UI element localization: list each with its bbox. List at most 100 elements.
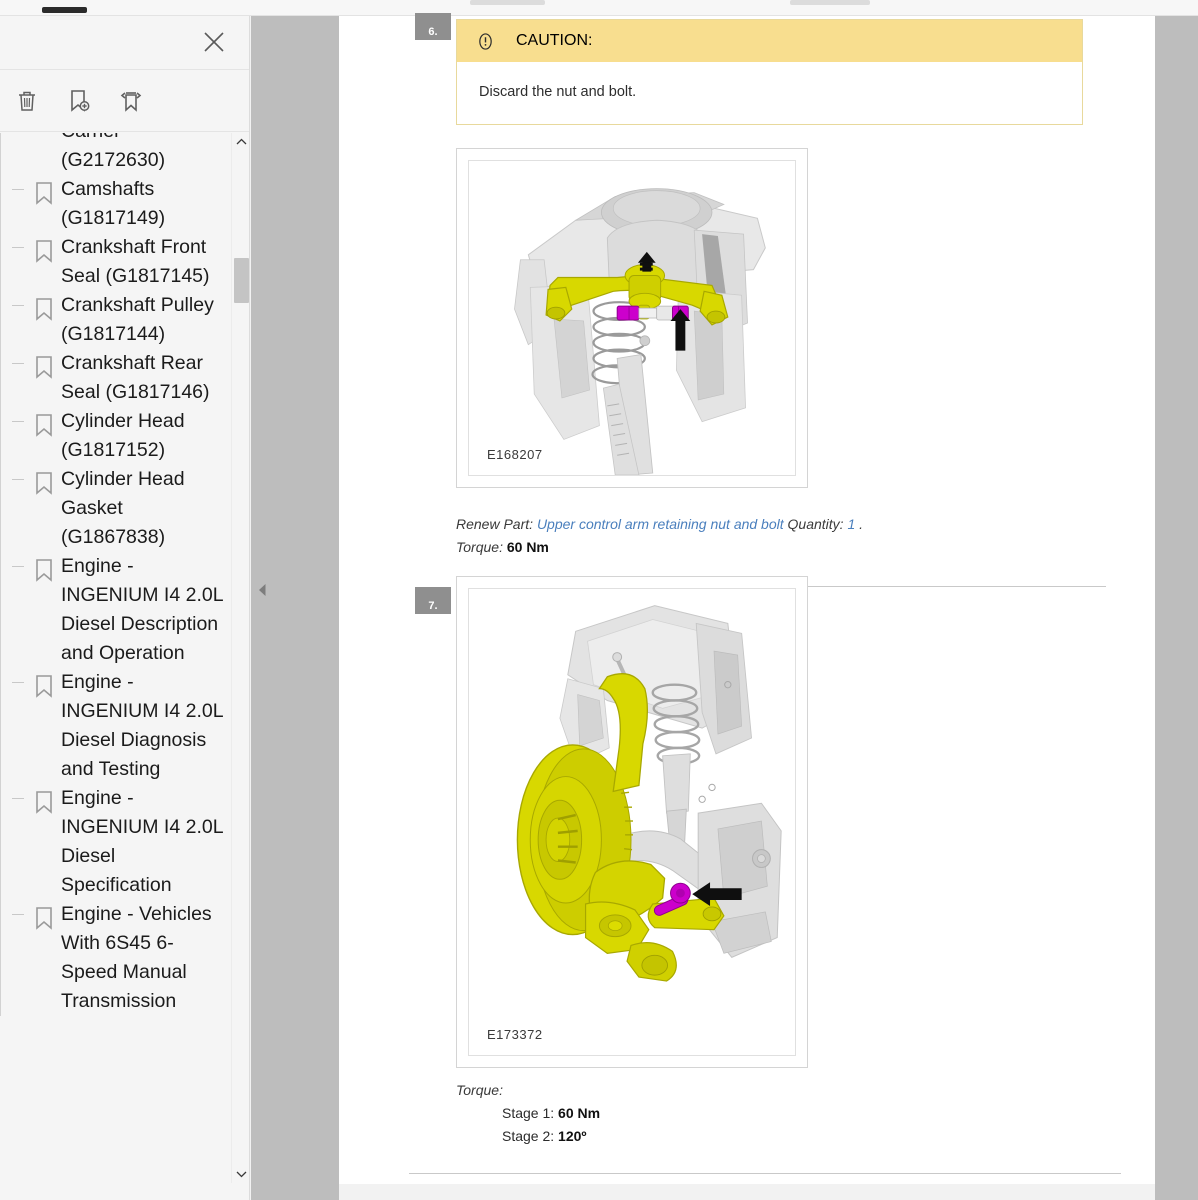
bookmark-icon	[32, 465, 56, 495]
viewer-gutter-right	[1155, 16, 1198, 1200]
period: .	[855, 516, 864, 532]
torque-line: Torque: 60 Nm	[456, 536, 1136, 559]
stage-2-label: Stage 2:	[502, 1128, 559, 1144]
close-icon	[204, 32, 224, 52]
caution-header: CAUTION:	[457, 20, 1082, 62]
bookmark-tree-tick	[12, 421, 24, 422]
bookmark-tree-tick	[12, 682, 24, 683]
torque-value: 60 Nm	[506, 539, 549, 555]
bookmark-tree-line	[0, 133, 1, 1016]
add-bookmark-button[interactable]	[60, 82, 98, 120]
bookmark-tree-tick	[12, 363, 24, 364]
bookmark-item[interactable]: Cylinder Head (G1817152)	[12, 407, 250, 465]
figure-e168207[interactable]: E168207	[456, 148, 808, 488]
caution-body: Discard the nut and bolt.	[479, 84, 637, 100]
section-divider-bottom	[409, 1173, 1121, 1174]
bookmark-item[interactable]: Engine - Vehicles With 6S45 6-Speed Manu…	[12, 900, 250, 1016]
step-7-captions: Torque: Stage 1: 60 Nm Stage 2: 120º	[456, 1079, 1136, 1148]
bookmark-label: Engine - Vehicles With 6S45 6-Speed Manu…	[61, 903, 212, 1012]
bookmark-label: Camshafts (G1817149)	[61, 178, 166, 229]
trash-icon	[19, 91, 35, 111]
bookmarks-tree: Carrier (G2172630) Camshafts (G1817149) Cr…	[0, 133, 250, 1016]
bookmark-label: Crankshaft Rear Seal (G1817146)	[61, 352, 210, 403]
browser-tab-strip	[0, 0, 1198, 16]
bookmark-item[interactable]: Camshafts (G1817149)	[12, 175, 250, 233]
bookmarks-panel-header	[0, 16, 249, 70]
bookmark-item[interactable]: Engine - INGENIUM I4 2.0L Diesel Descrip…	[12, 552, 250, 668]
scroll-down-button[interactable]	[232, 1165, 250, 1183]
scrollbar-thumb[interactable]	[234, 258, 249, 303]
bookmark-label: Cylinder Head (G1817152)	[61, 410, 185, 461]
bookmark-icon	[32, 407, 56, 437]
bookmarks-panel: Carrier (G2172630) Camshafts (G1817149) Cr…	[0, 16, 250, 1200]
panel-collapse-handle[interactable]	[251, 570, 273, 610]
bookmark-icon	[32, 233, 56, 263]
bookmark-item[interactable]: Engine - INGENIUM I4 2.0L Diesel Specifi…	[12, 784, 250, 900]
caret-left-icon	[258, 584, 265, 596]
pdf-viewer-window: Carrier (G2172630) Camshafts (G1817149) Cr…	[0, 0, 1198, 1200]
renew-part-link[interactable]: Upper control arm retaining nut and bolt	[537, 516, 784, 532]
bookmark-label: Engine - INGENIUM I4 2.0L Diesel Diagnos…	[61, 671, 223, 780]
stage-1-label: Stage 1:	[502, 1105, 559, 1121]
chevron-up-icon	[236, 138, 246, 145]
figure-code: E173372	[487, 1027, 543, 1042]
bookmark-tree-tick	[12, 798, 24, 799]
bookmark-icon	[32, 175, 56, 205]
bookmark-icon	[32, 291, 56, 321]
tab-placeholder-b[interactable]	[790, 0, 870, 5]
bookmark-icon	[32, 133, 56, 145]
figure-inner: E168207	[468, 160, 796, 476]
bookmarks-toolbar	[0, 70, 249, 132]
bookmarks-list[interactable]: Carrier (G2172630) Camshafts (G1817149) Cr…	[0, 133, 250, 1183]
torque-header-line: Torque:	[456, 1079, 1136, 1102]
bookmark-tree-tick	[12, 189, 24, 190]
renew-part-label: Renew Part:	[456, 516, 537, 532]
torque-label: Torque:	[456, 1082, 503, 1098]
caution-title: CAUTION:	[516, 32, 593, 49]
delete-bookmark-button[interactable]	[8, 82, 46, 120]
bookmark-tree-tick	[12, 305, 24, 306]
chevron-down-icon	[236, 1171, 246, 1178]
bookmark-icon	[32, 784, 56, 814]
tab-placeholder-a[interactable]	[470, 0, 545, 5]
renew-part-line: Renew Part: Upper control arm retaining …	[456, 513, 1136, 536]
stage-1-value: 60 Nm	[558, 1105, 601, 1121]
step-6-captions: Renew Part: Upper control arm retaining …	[456, 513, 1136, 559]
bookmark-label: Engine - INGENIUM I4 2.0L Diesel Specifi…	[61, 787, 223, 896]
bookmark-move-icon	[120, 91, 142, 112]
bookmark-label: Crankshaft Pulley (G1817144)	[61, 294, 214, 345]
figure-inner: E173372	[468, 588, 796, 1056]
bookmark-tree-tick	[12, 566, 24, 567]
torque-stage-2-line: Stage 2: 120º	[456, 1125, 1136, 1148]
bookmark-item[interactable]: Crankshaft Pulley (G1817144)	[12, 291, 250, 349]
bookmark-tree-tick	[12, 247, 24, 248]
torque-label: Torque:	[456, 539, 507, 555]
step-number-badge: 6.	[415, 13, 451, 40]
close-panel-button[interactable]	[197, 25, 231, 59]
front-suspension-illustration	[516, 605, 782, 982]
stage-2-value: 120º	[558, 1128, 587, 1144]
rename-bookmark-button[interactable]	[112, 82, 150, 120]
bookmark-icon	[32, 900, 56, 930]
figure-e173372[interactable]: E173372	[456, 576, 808, 1068]
bookmark-icon	[32, 552, 56, 582]
bookmark-item[interactable]: Crankshaft Front Seal (G1817145)	[12, 233, 250, 291]
bookmark-label: Carrier (G2172630)	[61, 133, 166, 171]
warning-circle-icon	[479, 32, 492, 50]
upper-control-arm-illustration	[514, 188, 766, 475]
bookmark-icon	[32, 668, 56, 698]
bookmark-item[interactable]: Crankshaft Rear Seal (G1817146)	[12, 349, 250, 407]
bookmark-item[interactable]: Cylinder Head Gasket (G1867838)	[12, 465, 250, 552]
bookmark-item[interactable]: Carrier (G2172630)	[12, 133, 250, 175]
bookmark-label: Engine - INGENIUM I4 2.0L Diesel Descrip…	[61, 555, 223, 664]
bookmarks-scrollbar[interactable]	[231, 133, 249, 1183]
pdf-page-canvas: 6. CAUTION: Discard the nut and bolt. E1…	[339, 13, 1155, 1184]
active-tab-indicator[interactable]	[42, 7, 87, 13]
bookmark-icon	[32, 349, 56, 379]
figure-code: E168207	[487, 447, 543, 462]
bookmark-item[interactable]: Engine - INGENIUM I4 2.0L Diesel Diagnos…	[12, 668, 250, 784]
bookmark-add-icon	[71, 89, 90, 112]
scroll-up-button[interactable]	[232, 133, 250, 151]
torque-stage-1-line: Stage 1: 60 Nm	[456, 1102, 1136, 1125]
bookmark-tree-tick	[12, 479, 24, 480]
